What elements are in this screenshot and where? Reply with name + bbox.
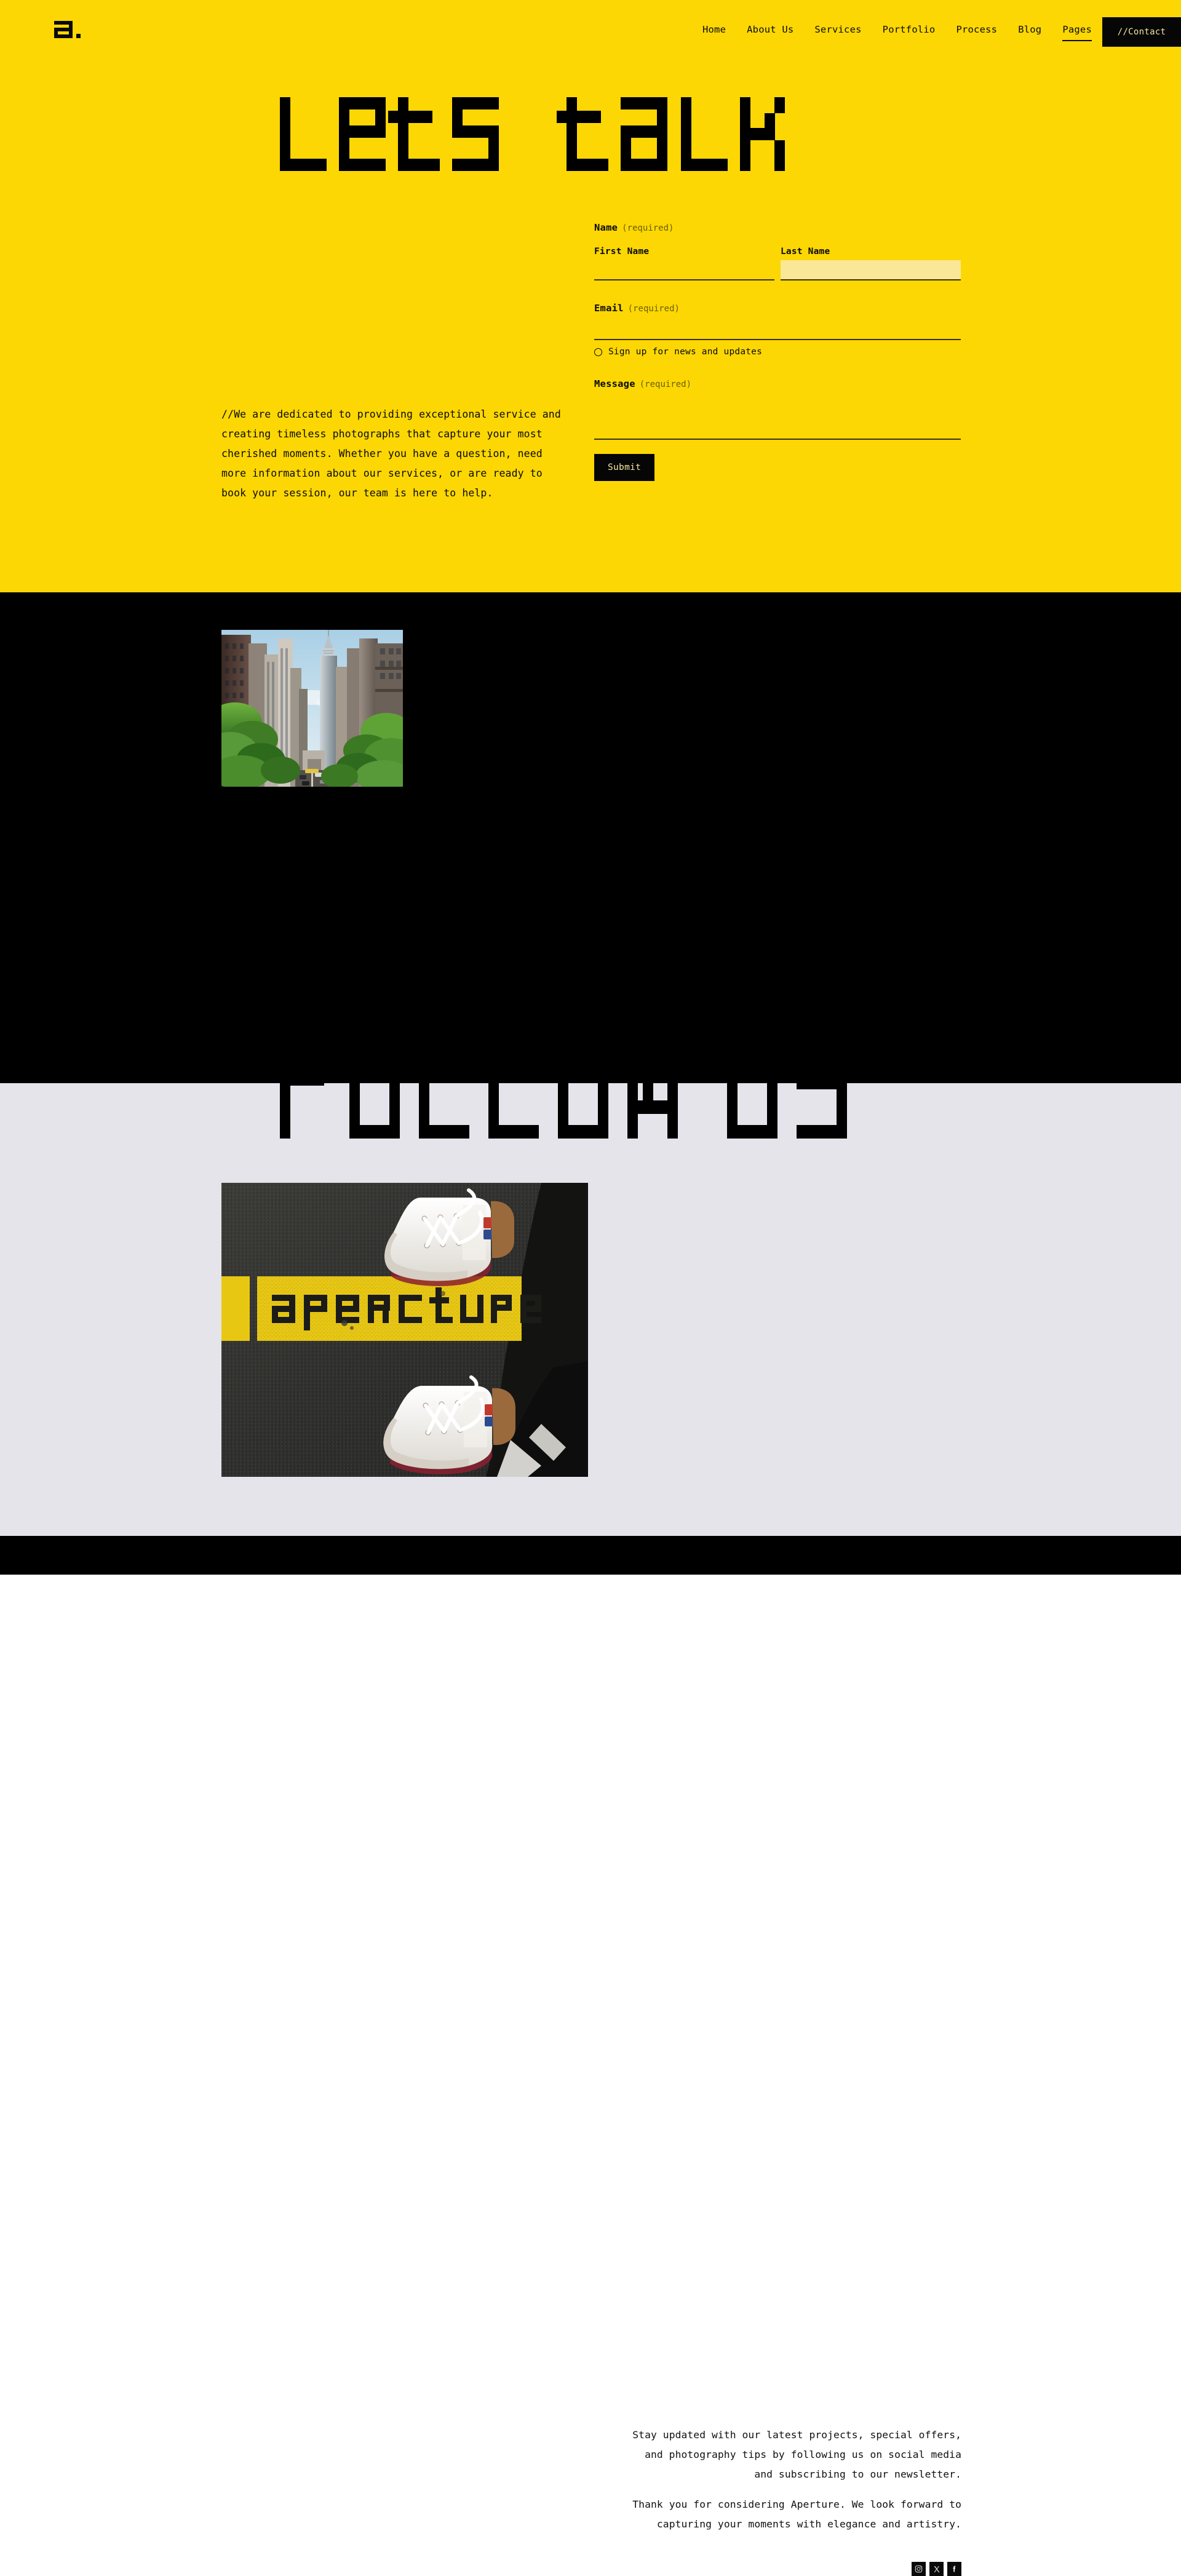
newsletter-radio-icon[interactable] [594,348,602,356]
bottom-bar [0,1536,1181,1575]
name-row: First Name Last Name [594,247,961,280]
nav-item-services[interactable]: Services [804,24,872,35]
name-field-group: Name (required) First Name Last Name [594,221,961,280]
follow-paragraph-1: Stay updated with our latest projects, s… [632,2429,961,2480]
instagram-icon[interactable] [912,2562,926,2576]
message-textarea[interactable] [594,397,961,440]
footer-info-section: Aperture Studio. 230 Exposure Lane New Y… [0,592,1181,1083]
nav-item-blog[interactable]: Blog [1008,24,1052,35]
new-york-city-street-photo [202,630,418,792]
nav-item-home[interactable]: Home [692,24,736,35]
top-navigation-bar: Home About Us Services Portfolio Process… [0,0,1181,59]
last-name-input[interactable] [781,260,961,280]
contact-button[interactable]: //Contact [1102,17,1181,47]
contact-form: Name (required) First Name Last Name Emai… [594,221,961,481]
email-field-group: Email (required) Sign up for news and upd… [594,302,961,357]
x-twitter-icon[interactable] [929,2562,944,2576]
nav-item-about-us[interactable]: About Us [736,24,804,35]
first-name-group: First Name [594,247,774,280]
newsletter-label: Sign up for news and updates [608,347,763,357]
email-label: Email [594,303,624,314]
follow-us-paragraphs: Stay updated with our latest projects, s… [629,2425,961,2534]
nav-item-process[interactable]: Process [945,24,1008,35]
hero-section: Home About Us Services Portfolio Process… [0,0,1181,592]
facebook-icon[interactable] [947,2562,961,2576]
follow-us-section: Stay updated with our latest projects, s… [0,1028,1181,2576]
follow-paragraph-2: Thank you for considering Aperture. We l… [632,2498,961,2530]
hero-paragraph: //We are dedicated to providing exceptio… [221,408,561,499]
first-name-label: First Name [594,247,650,256]
last-name-label: Last Name [781,247,830,256]
page-title [0,97,1181,189]
first-name-input[interactable] [594,260,774,280]
name-required-hint: (required) [622,223,674,233]
social-links [629,2562,961,2576]
newsletter-optin-row[interactable]: Sign up for news and updates [594,347,961,357]
email-input[interactable] [594,320,961,340]
submit-button[interactable]: Submit [594,454,655,481]
email-required-hint: (required) [627,304,680,314]
nav-item-pages[interactable]: Pages [1052,24,1102,41]
sneakers-on-asphalt-photo [221,1183,588,1477]
message-required-hint: (required) [639,380,692,389]
name-label: Name [594,222,618,233]
nav-item-portfolio[interactable]: Portfolio [872,24,946,35]
last-name-group: Last Name [781,247,961,280]
message-field-group: Message (required) [594,378,961,440]
message-label: Message [594,378,635,389]
aperture-logo-icon[interactable] [53,17,85,42]
